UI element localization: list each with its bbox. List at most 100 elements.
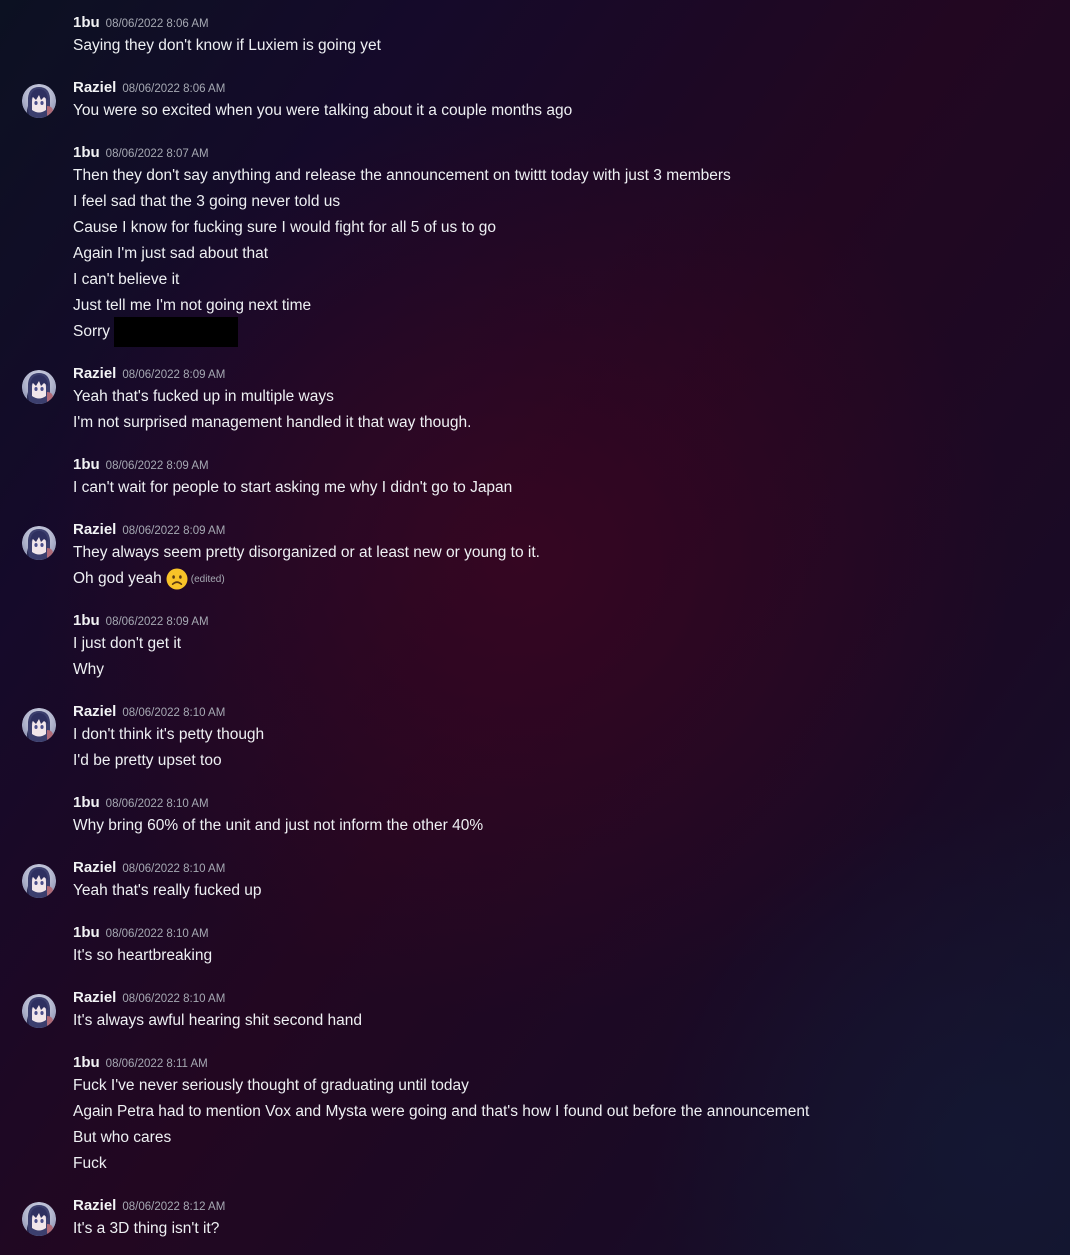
message-text-content: I can't believe it	[73, 271, 180, 288]
raziel-avatar[interactable]	[22, 994, 56, 1028]
message-text: You were so excited when you were talkin…	[73, 100, 572, 126]
message-text: Fuck	[73, 1153, 809, 1179]
timestamp: 08/06/2022 8:06 AM	[122, 83, 226, 95]
message-text: Fuck I've never seriously thought of gra…	[73, 1075, 809, 1101]
timestamp: 08/06/2022 8:10 AM	[105, 798, 209, 810]
message-header: 1bu 08/06/2022 8:09 AM	[73, 455, 209, 475]
username[interactable]: Raziel	[73, 1197, 116, 1214]
username[interactable]: 1bu	[73, 144, 100, 161]
message-text-content: Oh god yeah	[73, 570, 162, 587]
message-text-content: Saying they don't know if Luxiem is goin…	[73, 37, 381, 54]
raziel-avatar[interactable]	[22, 1202, 56, 1236]
message-lines: Fuck I've never seriously thought of gra…	[73, 1075, 809, 1179]
message-header: 1bu 08/06/2022 8:10 AM	[73, 923, 209, 943]
message-text: It's a 3D thing isn't it?	[73, 1218, 219, 1244]
message-lines: It's a 3D thing isn't it?	[73, 1218, 219, 1244]
message-text-content: Just tell me I'm not going next time	[73, 297, 312, 314]
timestamp: 08/06/2022 8:09 AM	[122, 369, 226, 381]
redacted-text-block	[114, 317, 239, 347]
message-text: I'd be pretty upset too	[73, 750, 264, 776]
timestamp: 08/06/2022 8:06 AM	[105, 18, 209, 30]
message-text: Yeah that's really fucked up	[73, 880, 262, 906]
username[interactable]: Raziel	[73, 703, 116, 720]
username[interactable]: Raziel	[73, 79, 116, 96]
raziel-avatar[interactable]	[22, 864, 56, 898]
frowning-face-emoji[interactable]	[166, 568, 188, 590]
timestamp: 08/06/2022 8:11 AM	[105, 1058, 208, 1070]
message-header: 1bu 08/06/2022 8:09 AM	[73, 611, 209, 631]
message-text-content: Then they don't say anything and release…	[73, 167, 731, 184]
message-text-content: Again I'm just sad about that	[73, 245, 269, 262]
username[interactable]: 1bu	[73, 924, 100, 941]
message-text: It's so heartbreaking	[73, 945, 212, 971]
message-text: But who cares	[73, 1127, 809, 1153]
timestamp: 08/06/2022 8:12 AM	[122, 1201, 226, 1213]
message-text-content: Fuck I've never seriously thought of gra…	[73, 1077, 469, 1094]
message-header: Raziel 08/06/2022 8:10 AM	[73, 858, 225, 878]
message-text: It's always awful hearing shit second ha…	[73, 1010, 362, 1036]
message-text-content: They always seem pretty disorganized or …	[73, 544, 540, 561]
timestamp: 08/06/2022 8:10 AM	[122, 707, 226, 719]
message-lines: Then they don't say anything and release…	[73, 165, 731, 347]
username[interactable]: 1bu	[73, 612, 100, 629]
message-lines: They always seem pretty disorganized or …	[73, 542, 540, 594]
message-header: Raziel 08/06/2022 8:09 AM	[73, 520, 225, 540]
message-text-content: Sorry	[73, 323, 111, 340]
message-header: Raziel 08/06/2022 8:06 AM	[73, 78, 225, 98]
message-text-content: Fuck	[73, 1155, 107, 1172]
message-header: 1bu 08/06/2022 8:10 AM	[73, 793, 209, 813]
timestamp: 08/06/2022 8:10 AM	[105, 928, 209, 940]
message-header: Raziel 08/06/2022 8:09 AM	[73, 364, 225, 384]
username[interactable]: Raziel	[73, 521, 116, 538]
username[interactable]: 1bu	[73, 794, 100, 811]
message-text: I'm not surprised management handled it …	[73, 412, 471, 438]
message-text-content: It's always awful hearing shit second ha…	[73, 1012, 363, 1029]
message-text-content: Cause I know for fucking sure I would fi…	[73, 219, 497, 236]
raziel-avatar[interactable]	[22, 370, 56, 404]
message-text: Why bring 60% of the unit and just not i…	[73, 815, 483, 841]
username[interactable]: Raziel	[73, 989, 116, 1006]
message-lines: Why bring 60% of the unit and just not i…	[73, 815, 483, 841]
message-text-content: I can't wait for people to start asking …	[73, 479, 513, 496]
timestamp: 08/06/2022 8:10 AM	[122, 863, 226, 875]
message-text-content: Yeah that's really fucked up	[73, 882, 262, 899]
message-text-content: Again Petra had to mention Vox and Mysta…	[73, 1103, 810, 1120]
username[interactable]: 1bu	[73, 456, 100, 473]
message-text: I can't believe it	[73, 269, 731, 295]
username[interactable]: Raziel	[73, 859, 116, 876]
timestamp: 08/06/2022 8:07 AM	[105, 148, 209, 160]
message-text-content: You were so excited when you were talkin…	[73, 102, 573, 119]
username[interactable]: 1bu	[73, 14, 100, 31]
username[interactable]: 1bu	[73, 1054, 100, 1071]
message-text: Cause I know for fucking sure I would fi…	[73, 217, 731, 243]
edited-label: (edited)	[190, 574, 225, 585]
message-text: Sorry	[73, 317, 731, 347]
timestamp: 08/06/2022 8:10 AM	[122, 993, 226, 1005]
message-lines: I don't think it's petty though I'd be p…	[73, 724, 264, 776]
message-header: 1bu 08/06/2022 8:07 AM	[73, 143, 209, 163]
message-lines: It's so heartbreaking	[73, 945, 212, 971]
message-text-content: I'm not surprised management handled it …	[73, 414, 472, 431]
message-text: I feel sad that the 3 going never told u…	[73, 191, 731, 217]
raziel-avatar[interactable]	[22, 708, 56, 742]
message-header: 1bu 08/06/2022 8:11 AM	[73, 1053, 208, 1073]
message-text: I can't wait for people to start asking …	[73, 477, 512, 503]
message-text: They always seem pretty disorganized or …	[73, 542, 540, 568]
message-lines: Saying they don't know if Luxiem is goin…	[73, 35, 381, 61]
raziel-avatar[interactable]	[22, 526, 56, 560]
message-text: Saying they don't know if Luxiem is goin…	[73, 35, 381, 61]
username[interactable]: Raziel	[73, 365, 116, 382]
message-text-content: I just don't get it	[73, 635, 182, 652]
timestamp: 08/06/2022 8:09 AM	[122, 525, 226, 537]
message-text-content: I feel sad that the 3 going never told u…	[73, 193, 341, 210]
message-lines: Yeah that's really fucked up	[73, 880, 262, 906]
message-lines: It's always awful hearing shit second ha…	[73, 1010, 362, 1036]
message-text: Oh god yeah (edited)	[73, 568, 540, 594]
message-lines: I just don't get it Why	[73, 633, 181, 685]
message-text: I don't think it's petty though	[73, 724, 264, 750]
message-header: Raziel 08/06/2022 8:12 AM	[73, 1196, 225, 1216]
message-text-content: I don't think it's petty though	[73, 726, 265, 743]
message-text: Why	[73, 659, 181, 685]
message-text: I just don't get it	[73, 633, 181, 659]
raziel-avatar[interactable]	[22, 84, 56, 118]
